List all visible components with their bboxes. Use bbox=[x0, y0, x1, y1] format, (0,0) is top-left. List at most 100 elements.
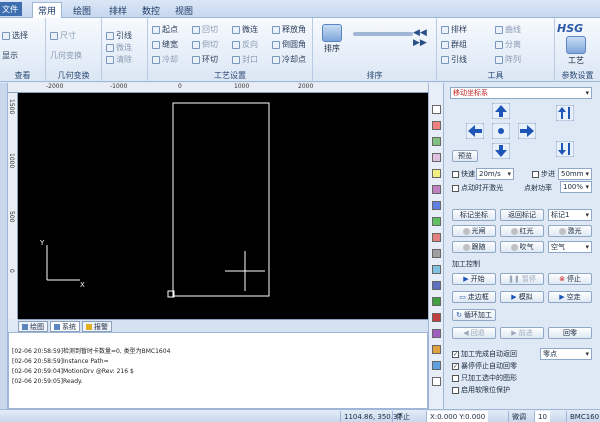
seal-button[interactable]: 封口 bbox=[232, 54, 258, 65]
layer-swatch-yellow[interactable] bbox=[432, 169, 441, 178]
fine-tune-input[interactable]: 10 bbox=[534, 411, 550, 422]
craft-button[interactable]: 工艺 bbox=[563, 36, 589, 66]
tab-alarm[interactable]: 报警 bbox=[82, 321, 112, 332]
forward-button[interactable]: ▶ 前进 bbox=[500, 327, 544, 339]
layer-swatch-white[interactable] bbox=[432, 105, 441, 114]
coord-mode-select[interactable]: 移动坐标系 bbox=[450, 87, 592, 99]
lead-tool-button[interactable]: 引线 bbox=[441, 54, 467, 65]
auto-return-checkbox[interactable]: ✓ 加工完成自动返回 bbox=[452, 349, 517, 359]
show-button[interactable]: 显示 bbox=[2, 50, 18, 61]
micro-connect-button[interactable]: 微连 bbox=[232, 24, 258, 35]
layer-swatch-green[interactable] bbox=[432, 137, 441, 146]
layer-swatch-darkgreen[interactable] bbox=[432, 297, 441, 306]
layer-swatch-white2[interactable] bbox=[432, 377, 441, 386]
laser-button[interactable]: 激光 bbox=[548, 225, 592, 237]
step-select[interactable]: 50mm bbox=[558, 168, 592, 180]
layer-swatch-red[interactable] bbox=[432, 121, 441, 130]
z-down-button[interactable] bbox=[555, 140, 575, 158]
jog-up-button[interactable] bbox=[491, 102, 511, 120]
tab-common[interactable]: 常用 bbox=[32, 2, 63, 18]
layer-swatch-cyan[interactable] bbox=[432, 265, 441, 274]
back-cut-button[interactable]: 回切 bbox=[192, 24, 218, 35]
stop-button[interactable]: ⊗ 停止 bbox=[548, 273, 592, 285]
layer-swatch-darkred[interactable] bbox=[432, 313, 441, 322]
layer-swatch-navy[interactable] bbox=[432, 281, 441, 290]
sort-button[interactable]: 排序 bbox=[319, 24, 345, 54]
step-checkbox[interactable]: 步进 bbox=[532, 169, 555, 179]
nest-button[interactable]: 排样 bbox=[441, 24, 467, 35]
jog-left-button[interactable] bbox=[465, 122, 485, 140]
curve-button[interactable]: 曲线 bbox=[495, 24, 521, 35]
reverse-button[interactable]: 反向 bbox=[232, 39, 258, 50]
z-up-button[interactable] bbox=[555, 104, 575, 122]
craft-icon bbox=[566, 36, 586, 54]
loop-button[interactable]: ↻ 循环加工 bbox=[452, 309, 496, 321]
layer-swatch-violet[interactable] bbox=[432, 329, 441, 338]
red-light-button[interactable]: 红光 bbox=[500, 225, 544, 237]
sort-slider[interactable] bbox=[353, 32, 413, 36]
mark-coord-button[interactable]: 标记坐标 bbox=[452, 209, 496, 221]
fast-speed-select[interactable]: 20m/s bbox=[476, 168, 514, 180]
ungroup-button[interactable]: 分离 bbox=[495, 39, 521, 50]
layer-swatch-lightblue[interactable] bbox=[432, 361, 441, 370]
dry-run-button[interactable]: ▶ 空走 bbox=[548, 291, 592, 303]
geo-transform-button[interactable]: 几何变换 bbox=[50, 50, 82, 61]
release-corner-button[interactable]: 释放角 bbox=[272, 24, 306, 35]
tab-drawing[interactable]: 绘图 bbox=[18, 321, 48, 332]
shutter-button[interactable]: 光闸 bbox=[452, 225, 496, 237]
layer-swatch-red2[interactable] bbox=[432, 233, 441, 242]
simulate-button[interactable]: ▶ 模拟 bbox=[500, 291, 544, 303]
fast-checkbox[interactable]: 快速 bbox=[452, 169, 475, 179]
selected-only-checkbox[interactable]: 只加工选中的图形 bbox=[452, 373, 517, 383]
layer-swatch-purple[interactable] bbox=[432, 185, 441, 194]
soft-limit-checkbox[interactable]: 启用软限位保护 bbox=[452, 385, 510, 395]
laser-on-checkbox[interactable]: 点动时开激光 bbox=[452, 183, 503, 193]
jog-center-button[interactable] bbox=[491, 122, 511, 140]
tab-system[interactable]: 系统 bbox=[50, 321, 80, 332]
tab-view[interactable]: 视图 bbox=[170, 3, 198, 17]
start-button[interactable]: ▶ 开始 bbox=[452, 273, 496, 285]
blow-button[interactable]: 吹气 bbox=[500, 241, 544, 253]
back-button[interactable]: ◀ 回退 bbox=[452, 327, 496, 339]
array-button[interactable]: 阵列 bbox=[495, 54, 521, 65]
follow-button[interactable]: 跟随 bbox=[452, 241, 496, 253]
cooling-button[interactable]: 冷却 bbox=[152, 54, 178, 65]
layer-swatch-green2[interactable] bbox=[432, 217, 441, 226]
jog-down-button[interactable] bbox=[491, 142, 511, 160]
tab-cnc[interactable]: 数控 bbox=[137, 3, 165, 17]
workpiece-rect[interactable] bbox=[172, 102, 270, 297]
stop-home-checkbox[interactable]: ✓ 暴停停止自动回零 bbox=[452, 361, 517, 371]
layer-swatch-gray[interactable] bbox=[432, 249, 441, 258]
control-panel: 移动坐标系 预览 快速 20m/s 步进 50mm 点动时开激光 点射功率 10… bbox=[444, 83, 600, 409]
jog-right-button[interactable] bbox=[517, 122, 537, 140]
size-button[interactable]: 尺寸 bbox=[50, 30, 76, 41]
pause-button[interactable]: ❚❚ 暂停 bbox=[500, 273, 544, 285]
select-button[interactable]: 选择 bbox=[2, 30, 28, 41]
layer-swatch-orange[interactable] bbox=[432, 345, 441, 354]
sort-nav-arrows[interactable]: ◀◀ ▶▶ bbox=[413, 28, 436, 48]
return-point-select[interactable]: 零点 bbox=[540, 348, 592, 360]
kerf-button[interactable]: 缝宽 bbox=[152, 39, 178, 50]
layer-swatch-pink[interactable] bbox=[432, 153, 441, 162]
home-button[interactable]: 回零 bbox=[548, 327, 592, 339]
layer-swatch-blue[interactable] bbox=[432, 201, 441, 210]
ring-cut-button[interactable]: 环切 bbox=[192, 54, 218, 65]
start-point-button[interactable]: 起点 bbox=[152, 24, 178, 35]
mark-select[interactable]: 标记1 bbox=[548, 209, 592, 221]
file-menu[interactable]: 文件 bbox=[0, 2, 22, 16]
drawing-canvas[interactable]: Y X bbox=[18, 93, 428, 319]
gas-select[interactable]: 空气 bbox=[548, 241, 592, 253]
clear-button[interactable]: 清除 bbox=[106, 54, 132, 65]
tab-nesting[interactable]: 排样 bbox=[104, 3, 132, 17]
reverse-cut-button[interactable]: 倒切 bbox=[192, 39, 218, 50]
group-button[interactable]: 群组 bbox=[441, 39, 467, 50]
frame-button[interactable]: ▭ 走边框 bbox=[452, 291, 496, 303]
tab-draw[interactable]: 绘图 bbox=[68, 3, 96, 17]
return-mark-button[interactable]: 返回标记 bbox=[500, 209, 544, 221]
preview-button[interactable]: 预览 bbox=[452, 150, 478, 162]
lead-button[interactable]: 引线 bbox=[106, 30, 132, 41]
laser-power-select[interactable]: 100% bbox=[560, 181, 592, 193]
micro-joint-button[interactable]: 微连 bbox=[106, 42, 132, 53]
fillet-button[interactable]: 倒圆角 bbox=[272, 39, 306, 50]
cooling-point-button[interactable]: 冷却点 bbox=[272, 54, 306, 65]
